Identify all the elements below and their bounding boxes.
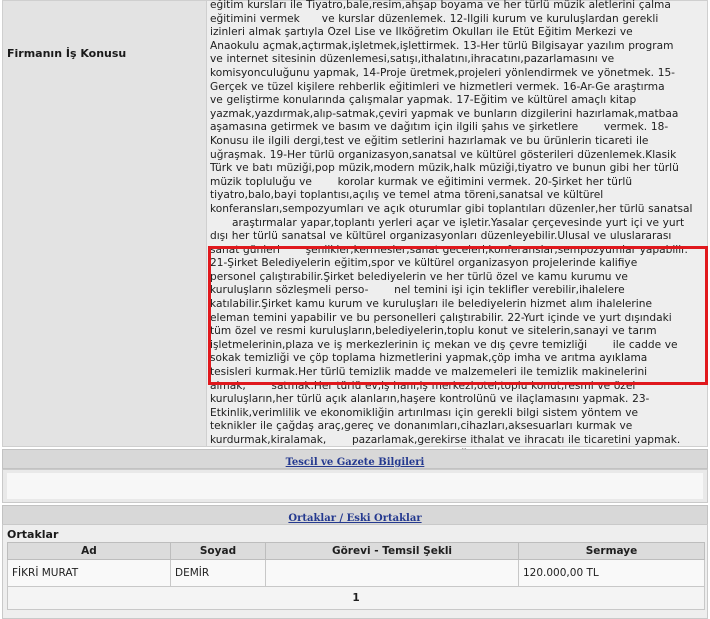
registry-link-bar: Tescil ve Gazete Bilgileri bbox=[2, 449, 708, 469]
business-subject-line: tiyatro,balo,bayi toplantısı,açılış ve t… bbox=[210, 189, 604, 202]
column-header-capital[interactable]: Sermaye bbox=[518, 542, 705, 560]
business-subject-line: işletmelerinin,plaza ve iş merkezlerinin… bbox=[210, 338, 678, 351]
registry-panel bbox=[2, 469, 708, 503]
column-header-name[interactable]: Ad bbox=[7, 542, 171, 560]
partners-header-row: Ad Soyad Görevi - Temsil Şekli Sermaye bbox=[7, 542, 705, 560]
business-subject-line: 21-Şirket Belediyelerin eğitim,spor ve k… bbox=[210, 257, 638, 270]
business-subject-line: kuruluşların sözleşmeli perso- nel temin… bbox=[210, 284, 625, 297]
business-subject-row: Firmanın İş Konusu eğitim kursları ile T… bbox=[2, 0, 708, 460]
business-subject-line: sanat günleri şenlikler,kermesler,sanat … bbox=[210, 243, 688, 256]
business-subject-line: uğraşmak. 19-Her türlü organizasyon,sana… bbox=[210, 148, 677, 161]
business-subject-line: katılabilir.Şirket kamu kurum ve kuruluş… bbox=[210, 298, 652, 311]
business-subject-line: eğitimini vermek ve kurslar düzenlemek. … bbox=[210, 12, 659, 25]
business-subject-line: Anaokulu açmak,açtırmak,işletmek,işletti… bbox=[210, 39, 674, 52]
business-subject-line: ve internet sitesinin düzenlemesi,satışı… bbox=[210, 53, 615, 66]
business-subject-line: sokak temizliği ve çöp toplama hizmetler… bbox=[210, 352, 648, 365]
partners-link-bar: Ortaklar / Eski Ortaklar bbox=[2, 505, 708, 525]
business-subject-line: yazmak,yazdırmak,alıp-satmak,çeviri yapm… bbox=[210, 107, 679, 120]
table-row[interactable]: FİKRİ MURAT DEMİR 120.000,00 TL bbox=[7, 559, 705, 587]
partners-title: Ortaklar bbox=[7, 528, 59, 541]
registry-gazette-link[interactable]: Tescil ve Gazete Bilgileri bbox=[286, 457, 425, 468]
partners-panel: Ortaklar Ad Soyad Görevi - Temsil Şekli … bbox=[2, 524, 708, 619]
partners-link[interactable]: Ortaklar / Eski Ortaklar bbox=[288, 513, 421, 524]
business-subject-line: müzik topluluğu ve korolar kurmak ve eği… bbox=[210, 175, 633, 188]
business-subject-line: eleman temini yapabilir ve bu personelle… bbox=[210, 311, 672, 324]
partner-surname-cell: DEMİR bbox=[170, 559, 266, 587]
business-subject-line: almak, satmak.Her türlü ev,iş hanı,iş me… bbox=[210, 379, 636, 392]
pager-page-1[interactable]: 1 bbox=[7, 586, 705, 610]
partner-capital-cell: 120.000,00 TL bbox=[518, 559, 705, 587]
business-subject-text: eğitim kursları ile Tiyatro,bale,resim,a… bbox=[210, 0, 704, 461]
business-subject-line: Gerçek ve tüzel kişilere rehberlik eğiti… bbox=[210, 80, 665, 93]
business-subject-line: araştırmalar yapar,toplantı yerleri açar… bbox=[210, 216, 685, 229]
business-subject-line: konferansları,sempozyumları ve açık otur… bbox=[210, 202, 693, 215]
partners-table: Ad Soyad Görevi - Temsil Şekli Sermaye F… bbox=[7, 542, 705, 610]
business-subject-label-cell: Firmanın İş Konusu bbox=[3, 1, 207, 446]
business-subject-line: teknikler ile çağdaş araç,gereç ve donan… bbox=[210, 420, 633, 433]
business-subject-line: tesisleri kurmak.Her türlü temizlik madd… bbox=[210, 366, 648, 379]
business-subject-line: dışı her türlü sanatsal ve kültürel orga… bbox=[210, 230, 672, 243]
business-subject-line: Konusu ile ilgili dergi,test ve eğitim s… bbox=[210, 134, 649, 147]
business-subject-line: personel çalıştırabilir.Şirket belediyel… bbox=[210, 270, 628, 283]
business-subject-line: komisyonculuğunu yapmak, 14-Proje üretme… bbox=[210, 66, 676, 79]
partner-role-cell bbox=[265, 559, 519, 587]
registry-panel-body bbox=[7, 473, 703, 499]
business-subject-line: Etkinlik,verimlilik ve ekonomikliğin art… bbox=[210, 406, 639, 419]
business-subject-line: Türk ve batı müziği,pop müzik,modern müz… bbox=[210, 162, 679, 175]
business-subject-line: kuruluşların,her türlü açık alanların,ha… bbox=[210, 393, 650, 406]
company-detail-page: Firmanın İş Konusu eğitim kursları ile T… bbox=[0, 0, 710, 619]
business-subject-line: tüm özel ve resmi kuruluşların,belediyel… bbox=[210, 325, 657, 338]
column-header-surname[interactable]: Soyad bbox=[170, 542, 266, 560]
business-subject-line: eğitim kursları ile Tiyatro,bale,resim,a… bbox=[210, 0, 671, 11]
business-subject-line: izinleri almak şartıyla Özel Lise ve İlk… bbox=[210, 26, 633, 39]
business-subject-label: Firmanın İş Konusu bbox=[7, 47, 127, 60]
business-subject-line: kurdurmak,kiralamak, pazarlamak,gerekirs… bbox=[210, 434, 681, 446]
business-subject-line: aşamasına getirmek ve basım ve dağıtım i… bbox=[210, 121, 669, 134]
business-subject-line: ve geliştirme konularında çalışmalar yap… bbox=[210, 94, 637, 107]
partner-name-cell: FİKRİ MURAT bbox=[7, 559, 171, 587]
pager-row: 1 bbox=[7, 586, 705, 610]
column-header-role[interactable]: Görevi - Temsil Şekli bbox=[265, 542, 519, 560]
